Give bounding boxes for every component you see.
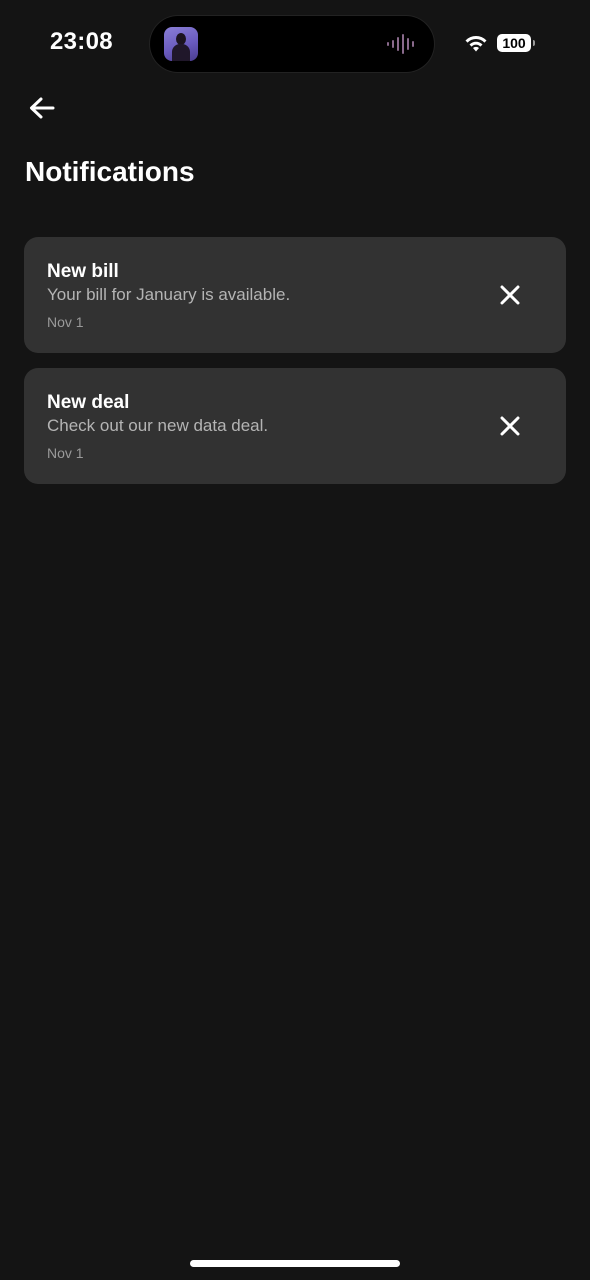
battery-level: 100 [497, 34, 531, 52]
dismiss-notification-button[interactable] [494, 410, 526, 442]
notification-title: New deal [47, 392, 130, 413]
page-title: Notifications [25, 156, 195, 187]
notification-card[interactable]: New bill Your bill for January is availa… [24, 237, 566, 353]
close-icon [500, 416, 520, 436]
home-indicator[interactable] [190, 1260, 400, 1267]
notification-date: Nov 1 [47, 314, 84, 330]
wifi-icon [465, 36, 487, 52]
notification-date: Nov 1 [47, 445, 84, 461]
arrow-left-icon [30, 97, 55, 119]
status-time: 23:08 [50, 28, 113, 55]
notification-title: New bill [47, 261, 119, 282]
audio-waveform-icon [387, 34, 414, 54]
notification-message: Check out our new data deal. [47, 416, 269, 435]
dismiss-notification-button[interactable] [494, 279, 526, 311]
notification-list: New bill Your bill for January is availa… [24, 237, 566, 499]
back-button[interactable] [22, 90, 62, 130]
notification-card[interactable]: New deal Check out our new data deal. No… [24, 368, 566, 484]
close-icon [500, 285, 520, 305]
status-bar: 23:08 100 [0, 0, 590, 88]
notification-message: Your bill for January is available. [47, 285, 291, 304]
battery-indicator: 100 [497, 34, 537, 54]
dynamic-island[interactable] [150, 16, 434, 72]
now-playing-thumbnail [164, 27, 198, 61]
